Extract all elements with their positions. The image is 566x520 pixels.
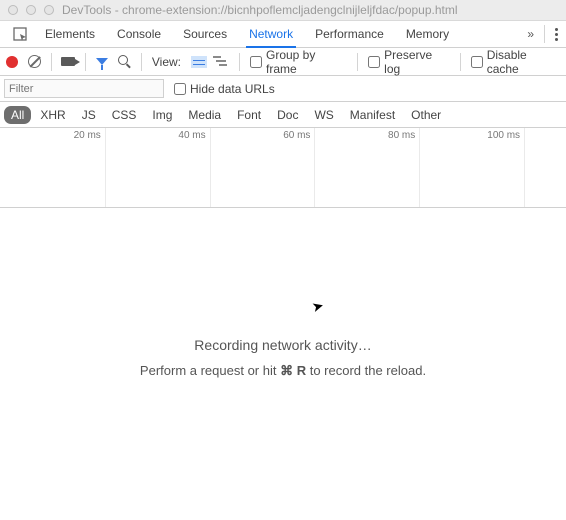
filter-toggle-icon[interactable] [96,58,108,65]
timeline-gridline [105,128,106,207]
hide-data-urls-input[interactable] [174,83,186,95]
type-filter-media[interactable]: Media [181,106,228,124]
panel-tabbar: ElementsConsoleSourcesNetworkPerformance… [0,21,566,48]
group-by-frame-checkbox[interactable]: Group by frame [250,48,347,76]
disable-cache-input[interactable] [471,56,483,68]
clear-button[interactable] [28,55,41,68]
view-label: View: [152,55,181,69]
window-title: DevTools - chrome-extension://bicnhpofle… [62,3,458,17]
timeline-gridline [210,128,211,207]
timeline-gridline [524,128,525,207]
type-filter-manifest[interactable]: Manifest [343,106,402,124]
separator [51,53,52,71]
tab-network[interactable]: Network [238,21,304,47]
timeline-tick-label: 40 ms [178,130,209,141]
timeline-overview[interactable]: 20 ms 40 ms 60 ms 80 ms 100 ms [0,128,566,208]
timeline-tick-label: 80 ms [388,130,419,141]
traffic-lights [8,5,54,15]
hide-data-urls-checkbox[interactable]: Hide data URLs [174,82,275,96]
type-filter-img[interactable]: Img [145,106,179,124]
separator [544,25,545,43]
separator [357,53,358,71]
empty-line2-before: Perform a request or hit [140,363,280,378]
hide-data-urls-label: Hide data URLs [190,82,275,96]
record-button[interactable] [6,56,18,68]
group-by-frame-input[interactable] [250,56,262,68]
tab-sources[interactable]: Sources [172,21,238,47]
network-toolbar: View: Group by frame Preserve log Disabl… [0,48,566,76]
type-filter-font[interactable]: Font [230,106,268,124]
network-log-area: ➤ Recording network activity… Perform a … [0,208,566,508]
timeline-gridline [419,128,420,207]
preserve-log-checkbox[interactable]: Preserve log [368,48,450,76]
inspect-element-icon[interactable] [6,27,34,42]
filter-bar: Hide data URLs [0,76,566,102]
tab-elements[interactable]: Elements [34,21,106,47]
window-titlebar: DevTools - chrome-extension://bicnhpofle… [0,0,566,21]
empty-message-line2: Perform a request or hit ⌘ R to record t… [140,363,426,379]
screenshot-icon[interactable] [61,57,75,66]
minimize-traffic-icon[interactable] [26,5,36,15]
type-filter-xhr[interactable]: XHR [33,106,72,124]
filter-input[interactable] [4,79,164,98]
reload-shortcut: ⌘ R [280,363,306,378]
close-traffic-icon[interactable] [8,5,18,15]
tab-performance[interactable]: Performance [304,21,395,47]
large-rows-icon[interactable] [191,56,207,68]
settings-kebab-icon[interactable] [555,28,558,41]
cursor-icon: ➤ [310,297,326,316]
empty-line2-after: to record the reload. [306,363,426,378]
disable-cache-label: Disable cache [487,48,560,76]
request-type-bar: AllXHRJSCSSImgMediaFontDocWSManifestOthe… [0,102,566,128]
type-filter-all[interactable]: All [4,106,31,124]
empty-message-line1: Recording network activity… [194,337,371,353]
separator [141,53,142,71]
timeline-tick-label: 100 ms [487,130,524,141]
timeline-tick-label: 20 ms [74,130,105,141]
overflow-tabs-icon[interactable]: » [527,27,534,41]
type-filter-other[interactable]: Other [404,106,448,124]
preserve-log-label: Preserve log [384,48,450,76]
zoom-traffic-icon[interactable] [44,5,54,15]
separator [239,53,240,71]
type-filter-doc[interactable]: Doc [270,106,305,124]
tab-console[interactable]: Console [106,21,172,47]
search-icon[interactable] [118,55,131,68]
waterfall-icon[interactable] [213,56,229,68]
type-filter-js[interactable]: JS [75,106,103,124]
type-filter-css[interactable]: CSS [105,106,144,124]
preserve-log-input[interactable] [368,56,380,68]
separator [85,53,86,71]
disable-cache-checkbox[interactable]: Disable cache [471,48,560,76]
timeline-gridline [314,128,315,207]
timeline-tick-label: 60 ms [283,130,314,141]
group-by-frame-label: Group by frame [266,48,347,76]
separator [460,53,461,71]
tab-memory[interactable]: Memory [395,21,460,47]
type-filter-ws[interactable]: WS [307,106,340,124]
